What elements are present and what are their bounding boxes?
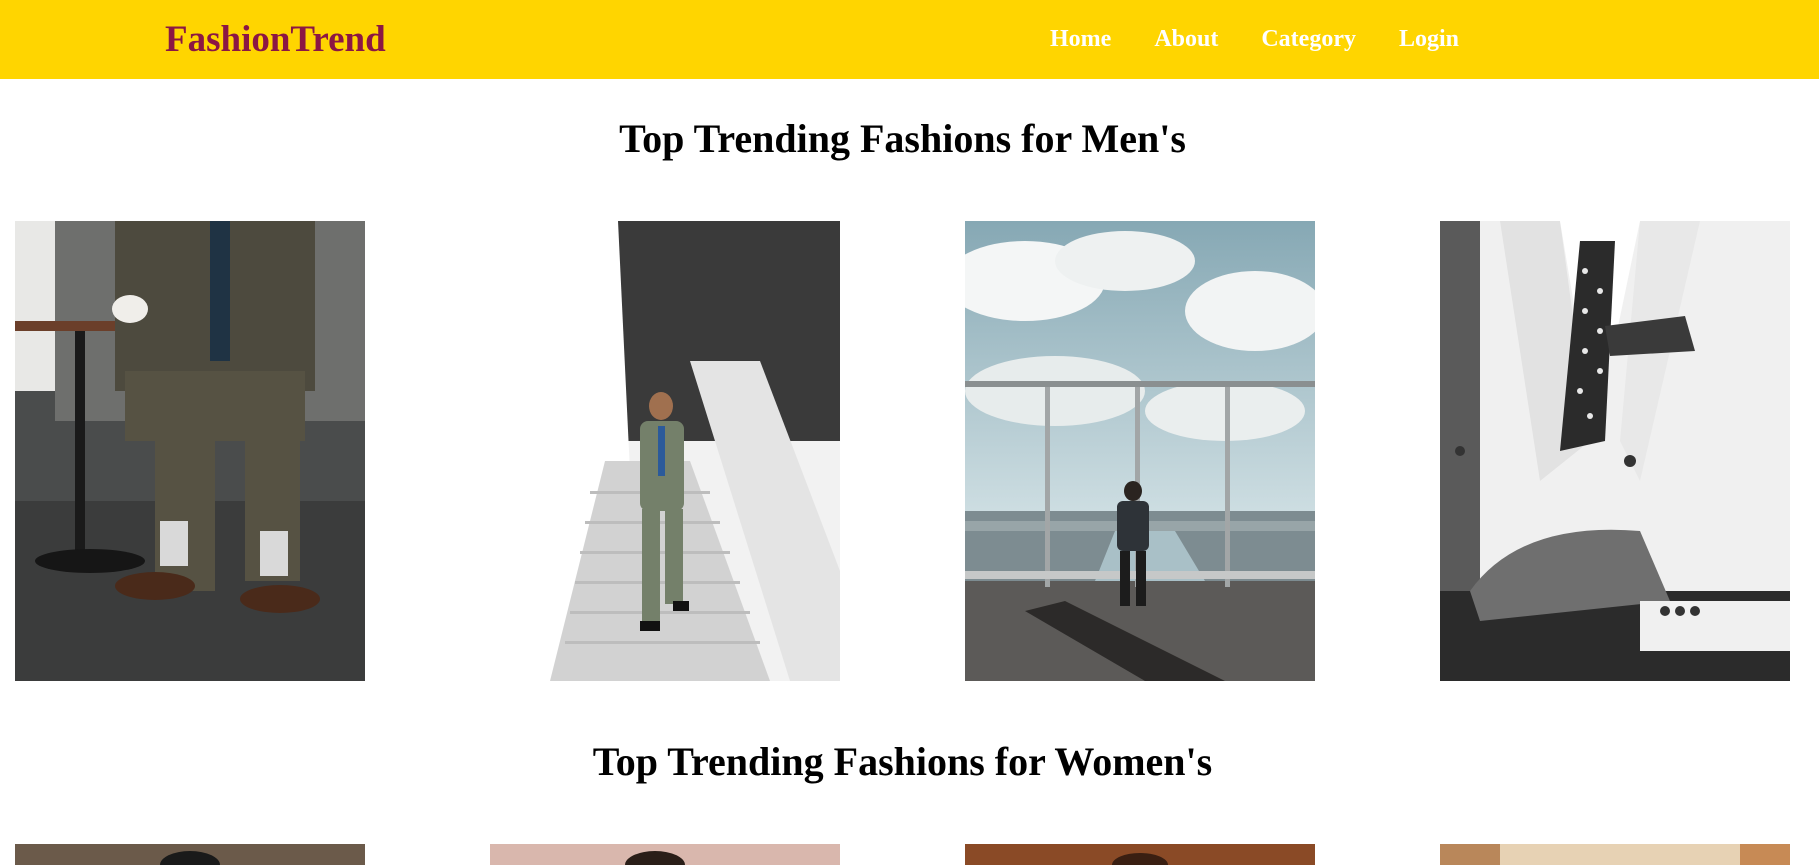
top-navbar: FashionTrend Home About Category Login [0,0,1819,79]
nav-about[interactable]: About [1154,26,1218,53]
men-photo-3[interactable] [965,221,1315,681]
women-photo-1[interactable] [15,844,365,865]
women-photo-4[interactable] [1440,844,1790,865]
men-section-title: Top Trending Fashions for Men's [619,116,1186,161]
nav-home[interactable]: Home [1050,26,1111,53]
women-photo-2[interactable] [490,844,840,865]
nav-category[interactable]: Category [1261,26,1356,53]
women-photo-3[interactable] [965,844,1315,865]
men-photo-4[interactable] [1440,221,1790,681]
brand-logo[interactable]: FashionTrend [165,0,386,79]
men-photo-1[interactable] [15,221,365,681]
nav-login[interactable]: Login [1399,26,1459,53]
women-section-title: Top Trending Fashions for Women's [592,739,1213,784]
men-photo-2[interactable] [490,221,840,681]
nav-links: Home About Category Login [1050,0,1459,79]
